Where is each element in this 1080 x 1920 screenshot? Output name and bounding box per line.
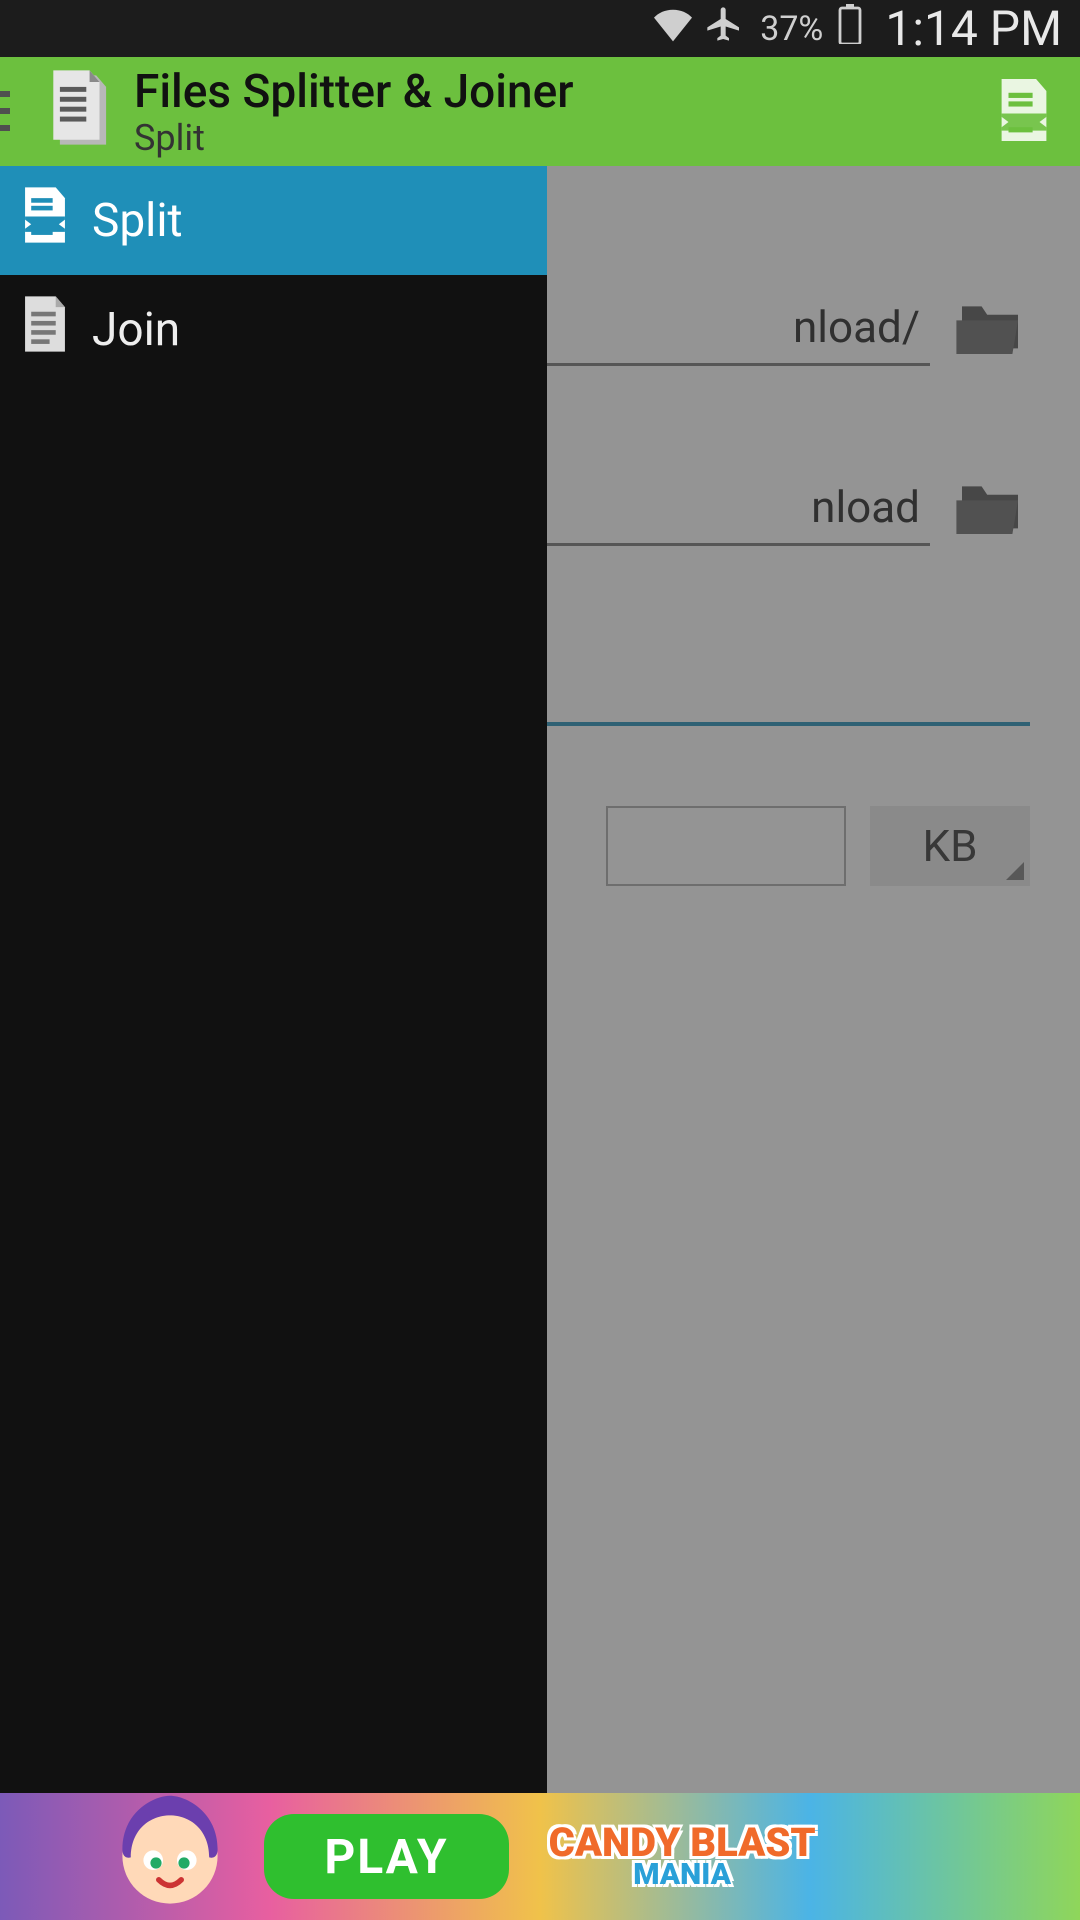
wifi-icon <box>654 5 692 53</box>
battery-charging-icon <box>837 4 863 54</box>
action-split-button[interactable] <box>998 79 1050 145</box>
ad-play-button[interactable]: PLAY <box>264 1814 508 1899</box>
app-icon[interactable] <box>50 70 116 154</box>
app-subtitle: Split <box>134 117 573 159</box>
battery-percent: 37% <box>760 9 823 49</box>
ad-character-icon <box>100 1793 240 1920</box>
app-title: Files Splitter & Joiner <box>134 65 573 119</box>
airplane-icon <box>704 4 744 54</box>
ad-title: CANDY BLAST MANIA <box>549 1825 816 1888</box>
drawer-item-label: Split <box>92 194 183 248</box>
ad-banner[interactable]: PLAY CANDY BLAST MANIA <box>0 1793 1080 1920</box>
drawer-indicator-icon[interactable] <box>0 91 10 131</box>
status-bar: 37% 1:14 PM <box>0 0 1080 57</box>
drawer-item-split[interactable]: Split <box>0 166 547 275</box>
drawer-item-label: Join <box>92 303 180 357</box>
nav-drawer: Split Join <box>0 166 547 1920</box>
status-time: 1:14 PM <box>885 0 1062 57</box>
file-icon <box>22 296 68 364</box>
action-bar: Files Splitter & Joiner Split <box>0 57 1080 166</box>
drawer-item-join[interactable]: Join <box>0 275 547 384</box>
file-split-icon <box>22 187 68 255</box>
